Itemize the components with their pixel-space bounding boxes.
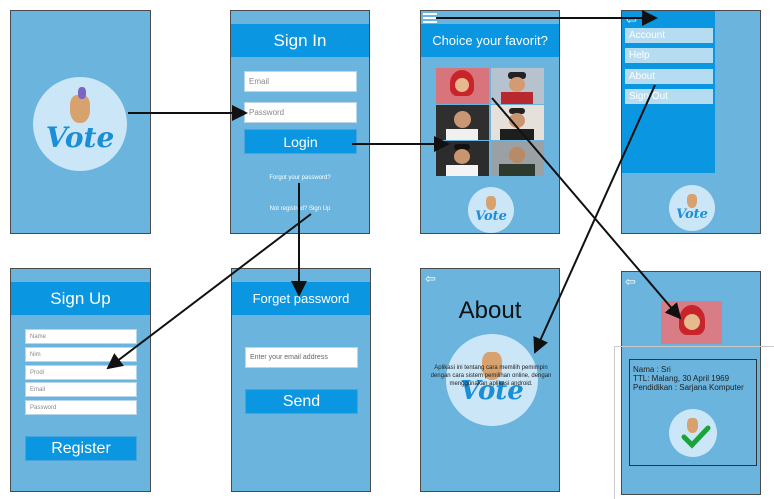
arrow-candidate-to-profile (491, 97, 682, 320)
flow-arrows (106, 10, 682, 370)
arrow-signup-link-to-signup (106, 213, 312, 370)
